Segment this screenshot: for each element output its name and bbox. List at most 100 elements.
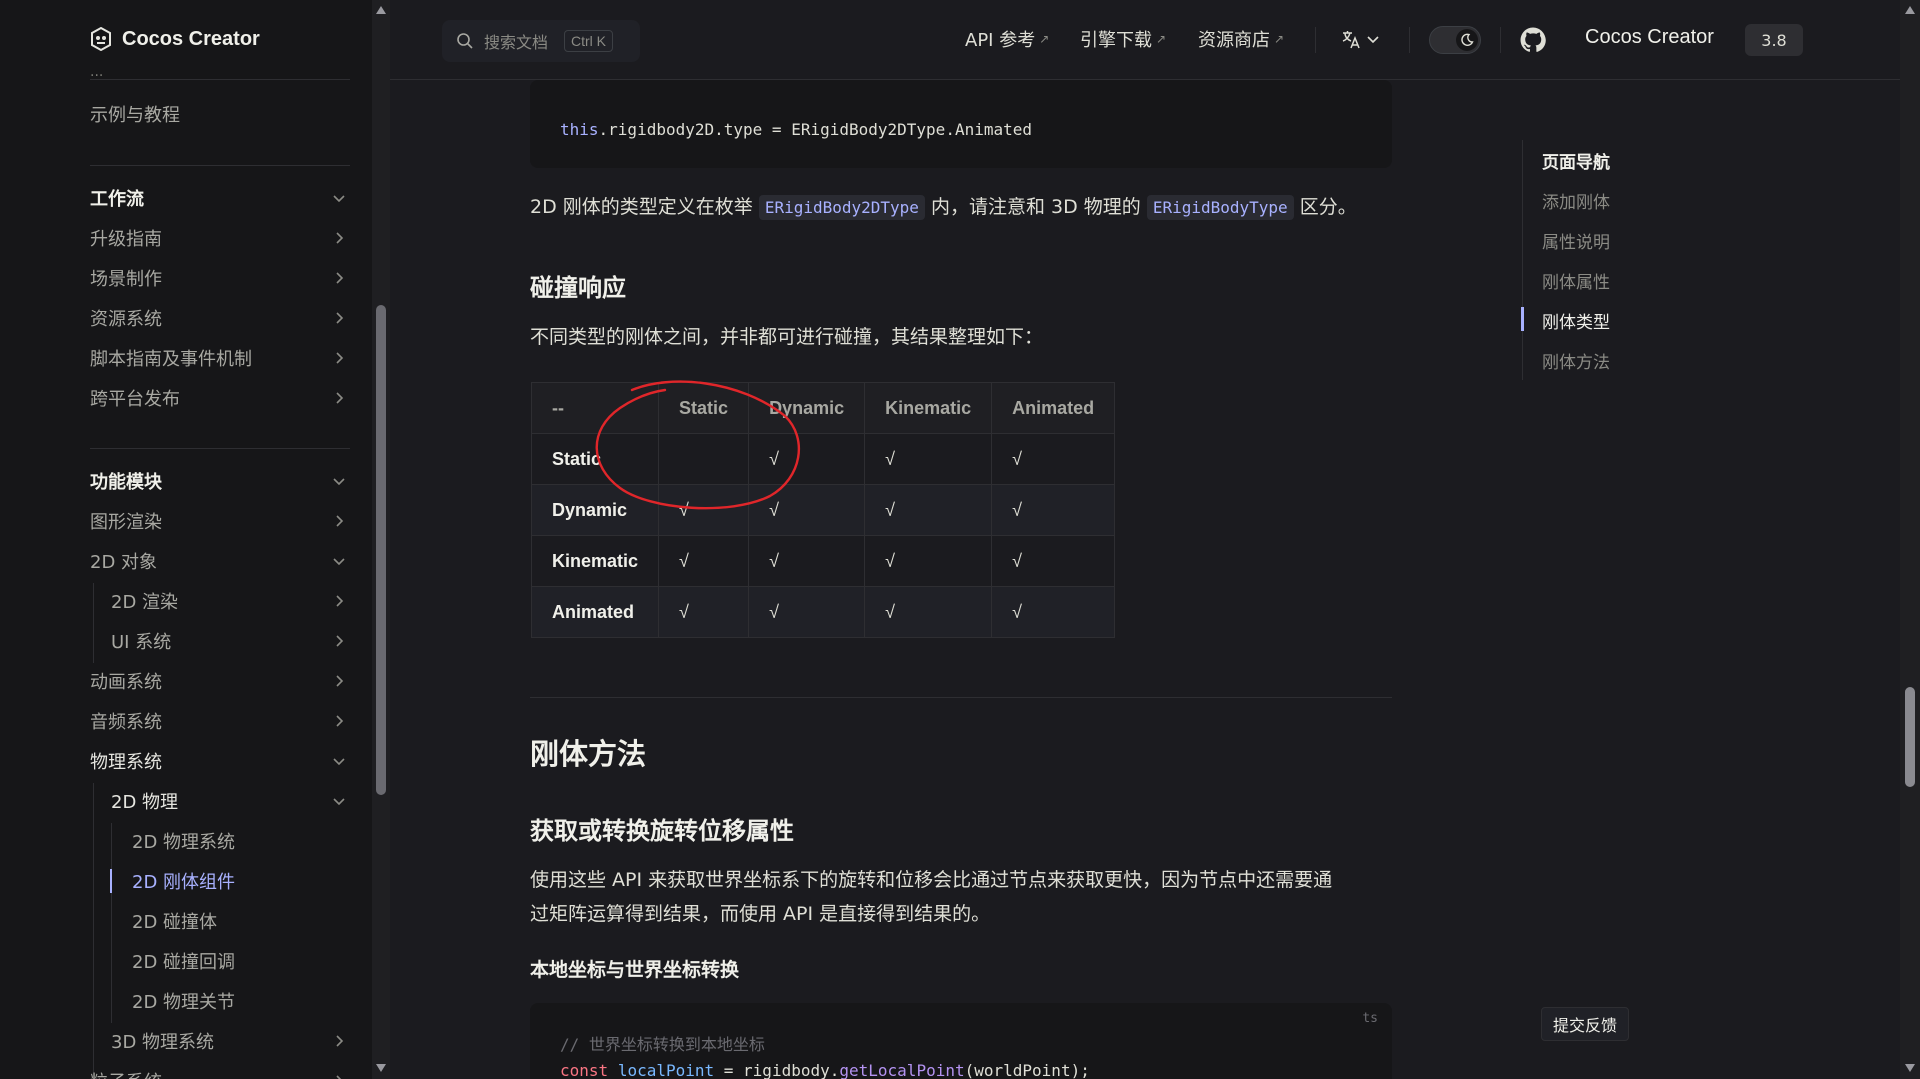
- sidebar-item-2d-objects[interactable]: 2D 对象: [90, 543, 350, 579]
- feedback-button[interactable]: 提交反馈: [1541, 1007, 1629, 1041]
- toc-title: 页面导航: [1542, 153, 1610, 173]
- sidebar-item-scene[interactable]: 场景制作: [90, 260, 350, 296]
- table-row-header: Dynamic: [530, 484, 660, 536]
- code-text: = rigidbody.: [714, 1061, 840, 1079]
- external-link-icon: ↗: [1156, 32, 1167, 46]
- toc-item-rigidbody-types[interactable]: 刚体类型: [1542, 308, 1610, 333]
- sidebar-item-examples[interactable]: 示例与教程: [90, 96, 350, 132]
- sidebar-item-audio[interactable]: 音频系统: [90, 703, 350, 739]
- sidebar-item-upgrade[interactable]: 升级指南: [90, 220, 350, 256]
- sidebar-item-publish[interactable]: 跨平台发布: [90, 380, 350, 416]
- sidebar-section-modules[interactable]: 功能模块: [90, 463, 350, 499]
- site-logo[interactable]: Cocos Creator: [90, 24, 260, 54]
- search-button[interactable]: 搜索文档 Ctrl K: [442, 20, 640, 62]
- table-cell: √: [991, 433, 1116, 485]
- sidebar-item-2d-rigidbody[interactable]: 2D 刚体组件: [132, 863, 350, 899]
- nest-line: [111, 823, 112, 1023]
- scroll-up-arrow-icon[interactable]: [1905, 6, 1915, 14]
- toc-track: [1522, 140, 1523, 380]
- sidebar-item-label: 2D 刚体组件: [132, 872, 236, 893]
- table-row: Animated √ √ √ √: [530, 586, 1116, 638]
- table-cell: √: [748, 433, 866, 485]
- code-block: this.rigidbody2D.type = ERigidBody2DType…: [530, 80, 1392, 168]
- nest-line: [93, 783, 94, 1079]
- nav-api-reference[interactable]: API 参考 ↗: [965, 26, 1049, 52]
- nav-engine-download[interactable]: 引擎下载 ↗: [1080, 26, 1166, 52]
- code-variable: localPoint: [617, 1061, 715, 1079]
- code-keyword: const: [560, 1061, 609, 1079]
- language-switch[interactable]: [1340, 28, 1380, 50]
- sidebar-scrollbar[interactable]: [372, 0, 390, 1079]
- search-icon: [457, 33, 473, 49]
- table-row-header: Static: [530, 433, 660, 485]
- sidebar-scrollbar-thumb[interactable]: [376, 305, 386, 795]
- chevron-down-icon: [333, 758, 345, 766]
- paragraph-text: 内，请注意和 3D 物理的: [924, 196, 1147, 218]
- sidebar-item-physics[interactable]: 物理系统: [90, 743, 350, 779]
- chevron-down-icon: [333, 558, 345, 566]
- chevron-right-icon: [336, 635, 344, 647]
- sidebar-item-graphics[interactable]: 图形渲染: [90, 503, 350, 539]
- sidebar-item-3d-physics[interactable]: 3D 物理系统: [111, 1023, 350, 1059]
- paragraph-api-explain: 使用这些 API 来获取世界坐标系下的旋转和位移会比通过节点来获取更快，因为节点…: [530, 863, 1332, 931]
- sidebar-item-2d-physics[interactable]: 2D 物理: [111, 783, 350, 819]
- nav-separator: [1409, 27, 1410, 53]
- active-indicator: [110, 869, 112, 893]
- chevron-right-icon: [336, 352, 344, 364]
- sidebar-item-2d-collider[interactable]: 2D 碰撞体: [132, 903, 350, 939]
- chevron-right-icon: [336, 675, 344, 687]
- sidebar-section-workflow[interactable]: 工作流: [90, 180, 350, 216]
- sidebar-item-label: 跨平台发布: [90, 389, 180, 410]
- sidebar-item-2d-render[interactable]: 2D 渲染: [111, 583, 350, 619]
- toc-item-add-rigidbody[interactable]: 添加刚体: [1542, 188, 1610, 213]
- code-text: .rigidbody2D.type = ERigidBody2DType.Ani…: [598, 120, 1033, 139]
- sidebar-item-2d-physics-system[interactable]: 2D 物理系统: [132, 823, 350, 859]
- heading-local-world: 本地坐标与世界坐标转换: [530, 959, 740, 981]
- table-cell: [658, 433, 750, 485]
- version-badge[interactable]: 3.8: [1745, 24, 1803, 56]
- sidebar-item-animation[interactable]: 动画系统: [90, 663, 350, 699]
- sidebar-item-label: 场景制作: [90, 269, 162, 290]
- theme-toggle-knob: [1456, 29, 1478, 51]
- paragraph-type-definition: 2D 刚体的类型定义在枚举 ERigidBody2DType 内，请注意和 3D…: [530, 190, 1357, 225]
- scroll-down-arrow-icon[interactable]: [1905, 1064, 1915, 1072]
- scroll-up-arrow-icon[interactable]: [376, 6, 386, 14]
- toc-item-rigidbody-methods[interactable]: 刚体方法: [1542, 348, 1610, 373]
- code-line: const localPoint = rigidbody.getLocalPoi…: [560, 1061, 1090, 1079]
- sidebar-divider: [90, 448, 350, 449]
- sidebar-item-label: 2D 渲染: [111, 592, 179, 613]
- sidebar-item-2d-joint[interactable]: 2D 物理关节: [132, 983, 350, 1019]
- toc-active-marker: [1521, 307, 1524, 331]
- sidebar-item-partial[interactable]: ...: [90, 62, 350, 82]
- theme-toggle[interactable]: [1429, 26, 1481, 54]
- toc-item-properties[interactable]: 属性说明: [1542, 228, 1610, 253]
- page-scrollbar[interactable]: [1900, 0, 1920, 1079]
- sidebar-item-particles[interactable]: 粒子系统: [90, 1063, 350, 1079]
- toc-item-rigidbody-props[interactable]: 刚体属性: [1542, 268, 1610, 293]
- inline-code: ERigidBody2DType: [758, 195, 925, 220]
- scroll-down-arrow-icon[interactable]: [376, 1064, 386, 1072]
- sidebar-item-label: 图形渲染: [90, 512, 162, 533]
- chevron-down-icon: [333, 478, 345, 486]
- page-scrollbar-thumb[interactable]: [1905, 687, 1915, 787]
- table-header-row: -- Static Dynamic Kinematic Animated: [530, 382, 1116, 434]
- paragraph-collision-intro: 不同类型的刚体之间，并非都可进行碰撞，其结果整理如下：: [530, 326, 1044, 348]
- chevron-right-icon: [336, 1035, 344, 1047]
- github-icon[interactable]: [1520, 27, 1546, 53]
- nav-asset-store[interactable]: 资源商店 ↗: [1198, 26, 1284, 52]
- sidebar-item-2d-contact-callback[interactable]: 2D 碰撞回调: [132, 943, 350, 979]
- nav-label: 资源商店: [1198, 30, 1270, 51]
- sidebar-item-label: 升级指南: [90, 229, 162, 250]
- sidebar-item-ui[interactable]: UI 系统: [111, 623, 350, 659]
- nav-separator: [1500, 27, 1501, 53]
- sidebar-item-scripting[interactable]: 脚本指南及事件机制: [90, 340, 350, 376]
- code-comment: // 世界坐标转换到本地坐标: [560, 1035, 765, 1054]
- sidebar-item-assets[interactable]: 资源系统: [90, 300, 350, 336]
- sidebar-item-label: 2D 物理: [111, 792, 179, 813]
- search-placeholder: 搜索文档: [484, 33, 549, 52]
- external-link-icon: ↗: [1039, 32, 1050, 46]
- table-header: Dynamic: [748, 382, 866, 434]
- table-header: Animated: [991, 382, 1116, 434]
- paragraph-text: 2D 刚体的类型定义在枚举: [530, 196, 759, 218]
- nest-line: [93, 583, 94, 663]
